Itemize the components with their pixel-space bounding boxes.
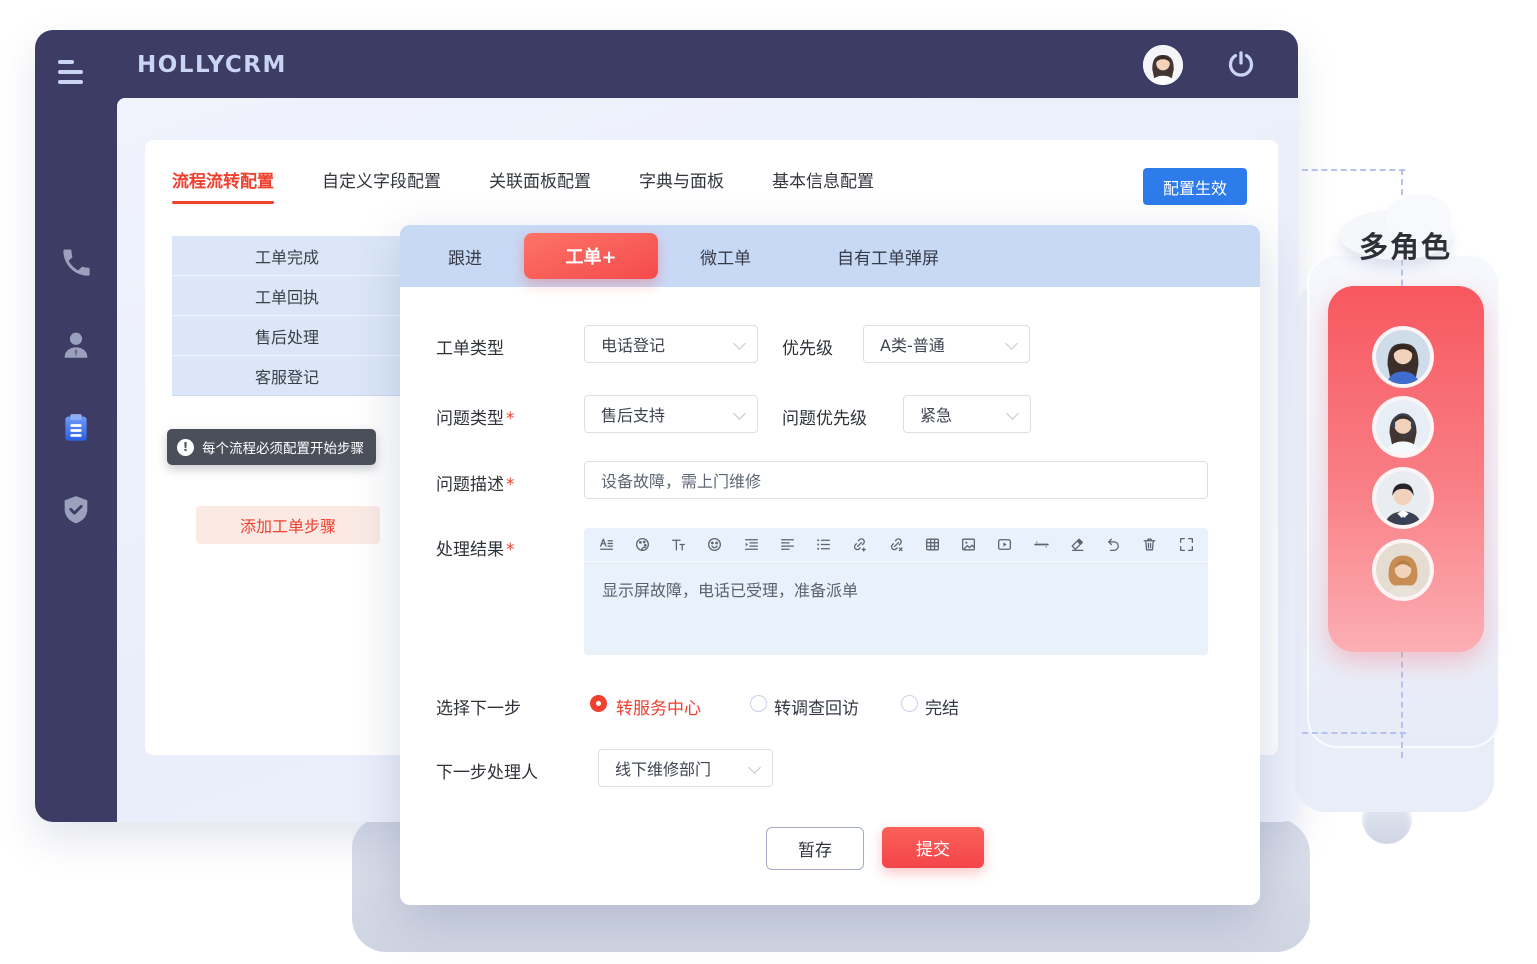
horizontal-rule-icon[interactable] bbox=[1032, 536, 1050, 554]
list-item[interactable]: 售后处理 bbox=[172, 316, 402, 356]
priority-value: A类-普通 bbox=[880, 332, 945, 356]
palette-icon[interactable] bbox=[633, 536, 651, 554]
security-icon[interactable] bbox=[59, 493, 93, 527]
next-handler-value: 线下维修部门 bbox=[615, 756, 711, 780]
radio-finish[interactable] bbox=[901, 695, 918, 712]
ticket-type-label: 工单类型 bbox=[436, 334, 504, 359]
issue-type-value: 售后支持 bbox=[601, 402, 665, 426]
indent-icon[interactable] bbox=[742, 536, 760, 554]
modal-tab-micro-workorder[interactable]: 微工单 bbox=[700, 244, 751, 269]
text-size-icon[interactable] bbox=[670, 536, 688, 554]
image-icon[interactable] bbox=[960, 536, 978, 554]
ticket-type-select[interactable]: 电话登记 bbox=[584, 325, 758, 363]
radio-service-center[interactable] bbox=[590, 695, 607, 712]
video-icon[interactable] bbox=[996, 536, 1014, 554]
user-avatar[interactable] bbox=[1143, 45, 1183, 85]
next-handler-select[interactable]: 线下维修部门 bbox=[598, 749, 773, 787]
role-avatar-agent-1 bbox=[1372, 326, 1434, 388]
tooltip-text: 每个流程必须配置开始步骤 bbox=[202, 437, 364, 457]
chevron-down-icon bbox=[748, 761, 761, 774]
phone-icon[interactable] bbox=[59, 246, 93, 280]
avatar-face bbox=[1143, 45, 1183, 85]
exclamation-icon: ! bbox=[177, 439, 194, 456]
align-icon[interactable] bbox=[778, 536, 796, 554]
modal-tab-own-popup[interactable]: 自有工单弹屏 bbox=[837, 244, 939, 269]
apply-config-button[interactable]: 配置生效 bbox=[1143, 168, 1247, 205]
issue-desc-input[interactable] bbox=[584, 461, 1208, 499]
issue-type-label: 问题类型* bbox=[436, 404, 515, 429]
modal-tab-bar: 跟进 工单+ 微工单 自有工单弹屏 bbox=[400, 225, 1260, 287]
link-remove-icon[interactable] bbox=[887, 536, 905, 554]
modal-tab-follow-up[interactable]: 跟进 bbox=[448, 244, 482, 269]
dashed-guide-top bbox=[1302, 169, 1405, 171]
add-step-button[interactable]: 添加工单步骤 bbox=[196, 506, 380, 544]
result-label: 处理结果* bbox=[436, 535, 515, 560]
table-icon[interactable] bbox=[923, 536, 941, 554]
power-icon[interactable] bbox=[1224, 48, 1258, 82]
list-item[interactable]: 客服登记 bbox=[172, 356, 402, 395]
tab-basic-info-config[interactable]: 基本信息配置 bbox=[772, 167, 874, 192]
workflow-step-list: 工单完成 工单回执 售后处理 客服登记 bbox=[172, 236, 402, 396]
emoji-icon[interactable] bbox=[706, 536, 724, 554]
tab-linked-panel-config[interactable]: 关联面板配置 bbox=[489, 167, 591, 192]
next-handler-label: 下一步处理人 bbox=[436, 758, 538, 783]
contacts-icon[interactable] bbox=[59, 328, 93, 362]
font-underline-icon[interactable] bbox=[597, 536, 615, 554]
tab-process-flow-config[interactable]: 流程流转配置 bbox=[172, 167, 274, 192]
chevron-down-icon bbox=[733, 407, 746, 420]
list-icon[interactable] bbox=[815, 536, 833, 554]
chevron-down-icon bbox=[733, 337, 746, 350]
dashed-guide-bottom bbox=[1302, 732, 1406, 734]
ticket-type-value: 电话登记 bbox=[601, 332, 665, 356]
showcase-caption: 多角色 bbox=[1359, 224, 1452, 266]
issue-priority-label: 问题优先级 bbox=[782, 404, 867, 429]
radio-label-service-center[interactable]: 转服务中心 bbox=[616, 694, 701, 719]
workorder-modal: 跟进 工单+ 微工单 自有工单弹屏 工单类型 电话登记 优先级 A类-普通 问题… bbox=[400, 225, 1260, 905]
eraser-icon[interactable] bbox=[1068, 536, 1086, 554]
chevron-down-icon bbox=[1005, 337, 1018, 350]
radio-survey-callback[interactable] bbox=[750, 695, 767, 712]
editor-toolbar bbox=[584, 528, 1208, 562]
tab-custom-field-config[interactable]: 自定义字段配置 bbox=[322, 167, 441, 192]
issue-desc-label: 问题描述* bbox=[436, 470, 515, 495]
page-tabs: 流程流转配置 自定义字段配置 关联面板配置 字典与面板 基本信息配置 bbox=[172, 167, 874, 192]
warning-tooltip: ! 每个流程必须配置开始步骤 bbox=[167, 429, 376, 465]
role-avatar-headset-agent bbox=[1372, 396, 1434, 458]
result-editor-content[interactable]: 显示屏故障，电话已受理，准备派单 bbox=[584, 562, 1208, 616]
workorder-icon[interactable] bbox=[59, 411, 93, 445]
priority-select[interactable]: A类-普通 bbox=[863, 325, 1030, 363]
priority-label: 优先级 bbox=[782, 334, 833, 359]
fullscreen-icon[interactable] bbox=[1177, 536, 1195, 554]
next-step-label: 选择下一步 bbox=[436, 694, 521, 719]
rich-text-editor: 显示屏故障，电话已受理，准备派单 bbox=[584, 528, 1208, 655]
role-avatar-manager bbox=[1372, 467, 1434, 529]
radio-label-survey-callback[interactable]: 转调查回访 bbox=[774, 694, 859, 719]
brand-logo: HOLLYCRM bbox=[137, 52, 287, 78]
issue-priority-value: 紧急 bbox=[920, 402, 952, 426]
tab-dictionary-panel[interactable]: 字典与面板 bbox=[639, 167, 724, 192]
issue-type-select[interactable]: 售后支持 bbox=[584, 395, 758, 433]
stage: HOLLYCRM bbox=[0, 0, 1537, 964]
modal-tab-workorder-active[interactable]: 工单+ bbox=[524, 233, 658, 279]
submit-button[interactable]: 提交 bbox=[882, 827, 984, 868]
undo-icon[interactable] bbox=[1105, 536, 1123, 554]
list-item[interactable]: 工单回执 bbox=[172, 276, 402, 316]
trash-icon[interactable] bbox=[1141, 536, 1159, 554]
link-add-icon[interactable] bbox=[851, 536, 869, 554]
radio-label-finish[interactable]: 完结 bbox=[925, 694, 959, 719]
chevron-down-icon bbox=[1006, 407, 1019, 420]
menu-icon[interactable] bbox=[58, 60, 84, 86]
list-item[interactable]: 工单完成 bbox=[172, 236, 402, 276]
role-avatar-specialist bbox=[1372, 539, 1434, 601]
save-draft-button[interactable]: 暂存 bbox=[766, 827, 864, 870]
issue-priority-select[interactable]: 紧急 bbox=[903, 395, 1031, 433]
